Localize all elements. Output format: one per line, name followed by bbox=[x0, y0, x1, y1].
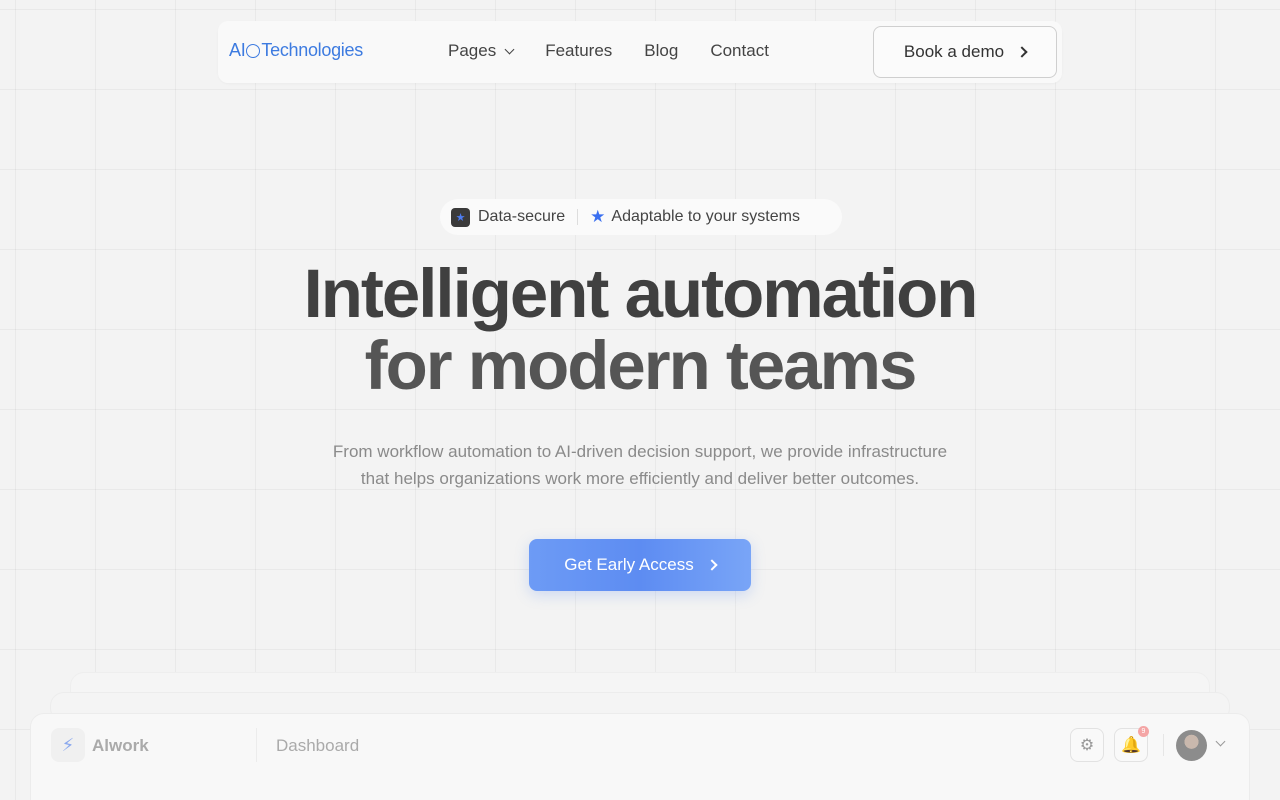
badge-item-data-secure: Data-secure bbox=[478, 208, 566, 225]
nav-links: Pages Features Blog Contact bbox=[448, 41, 769, 61]
nav-item-features[interactable]: Features bbox=[545, 41, 612, 61]
chevron-down-icon[interactable] bbox=[1215, 736, 1226, 747]
hero-title-line1: Intelligent automation bbox=[303, 255, 979, 332]
dashboard-header-divider bbox=[1163, 734, 1164, 756]
brand-name-suffix: Technologies bbox=[261, 40, 363, 60]
gear-icon[interactable]: ⚙ bbox=[1070, 728, 1104, 762]
dashboard-divider bbox=[256, 728, 257, 762]
notification-count-badge: 9 bbox=[1138, 726, 1149, 737]
avatar[interactable] bbox=[1176, 730, 1207, 761]
dashboard-preview: ⚡ Alwork Dashboard ⚙ 🔔 9 bbox=[30, 713, 1250, 800]
bell-icon[interactable]: 🔔 9 bbox=[1114, 726, 1149, 762]
chevron-right-icon bbox=[706, 559, 718, 571]
dashboard-app-name: Alwork bbox=[92, 736, 149, 755]
top-nav: AI Technologies Pages Features Blog Conta… bbox=[218, 21, 1062, 83]
brand-logo-mark bbox=[246, 43, 261, 58]
hero-subtitle: From workflow automation to AI-driven de… bbox=[300, 438, 980, 492]
hero-title-line2: for modern teams bbox=[364, 327, 918, 404]
get-early-access-button[interactable]: Get Early Access bbox=[529, 539, 751, 591]
nav-item-contact[interactable]: Contact bbox=[710, 41, 769, 61]
book-demo-button[interactable]: Book a demo bbox=[873, 26, 1057, 78]
badge-item-adaptable: Adaptable to your systems bbox=[611, 208, 800, 225]
lightning-icon: ⚡ bbox=[51, 728, 85, 762]
hero-subtitle-line2: that helps organizations work more effic… bbox=[360, 469, 920, 488]
feature-badge: ★ Data-secure ★ Adaptable to your system… bbox=[440, 199, 842, 235]
nav-item-label: Contact bbox=[710, 41, 769, 60]
nav-item-blog[interactable]: Blog bbox=[644, 41, 678, 61]
dashboard-page-title: Dashboard bbox=[276, 736, 360, 755]
nav-item-label: Features bbox=[545, 41, 613, 60]
book-demo-label: Book a demo bbox=[903, 42, 1005, 61]
hero-title: Intelligent automation for modern teams bbox=[0, 258, 1280, 402]
get-early-access-label: Get Early Access bbox=[564, 555, 694, 574]
chevron-right-icon bbox=[1016, 46, 1028, 58]
nav-item-label: Pages bbox=[448, 41, 497, 60]
badge-divider bbox=[577, 209, 579, 225]
nav-item-label: Blog bbox=[644, 41, 679, 60]
star-square-icon: ★ bbox=[451, 207, 470, 227]
star-icon: ★ bbox=[590, 207, 606, 226]
hero-subtitle-line1: From workflow automation to AI-driven de… bbox=[332, 442, 948, 461]
brand-name-prefix: AI bbox=[229, 40, 246, 60]
nav-item-pages[interactable]: Pages bbox=[448, 41, 515, 61]
chevron-down-icon bbox=[504, 44, 515, 54]
brand-logo[interactable]: AI Technologies bbox=[229, 40, 363, 61]
